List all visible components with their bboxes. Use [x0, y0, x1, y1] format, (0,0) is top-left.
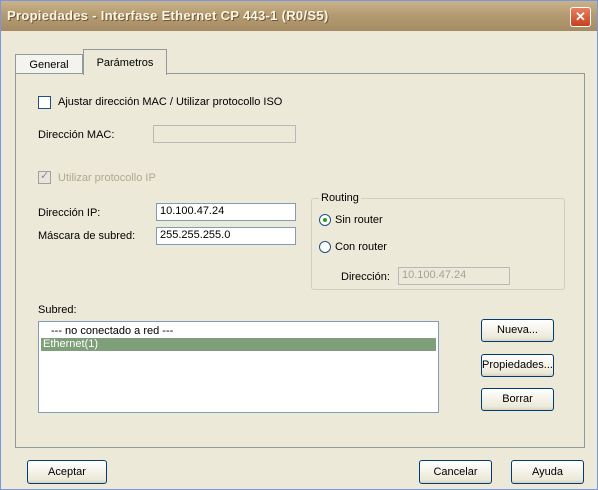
mac-address-field[interactable]	[153, 125, 296, 143]
list-item-label: Ethernet(1)	[43, 338, 99, 350]
routing-group-title: Routing	[319, 192, 361, 204]
subnet-properties-label: Propiedades...	[482, 359, 553, 371]
tab-general[interactable]: General	[15, 54, 83, 74]
subnet-mask-field[interactable]: 255.255.255.0	[156, 227, 296, 245]
cancel-button[interactable]: Cancelar	[419, 460, 492, 484]
subnet-list[interactable]: --- no conectado a red --- Ethernet(1)	[38, 321, 439, 413]
delete-subnet-button[interactable]: Borrar	[481, 388, 554, 411]
ok-label: Aceptar	[48, 466, 86, 478]
cancel-label: Cancelar	[433, 466, 478, 478]
with-router-radio[interactable]	[319, 241, 331, 253]
ip-protocol-checkbox[interactable]	[38, 169, 51, 184]
subnet-properties-button[interactable]: Propiedades...	[481, 354, 554, 377]
no-router-radio[interactable]	[319, 214, 331, 226]
help-button[interactable]: Ayuda	[511, 460, 584, 484]
mac-option-checkbox[interactable]	[38, 96, 51, 109]
router-address-label: Dirección:	[341, 271, 390, 283]
close-icon: ✕	[575, 9, 586, 24]
title-bar[interactable]: Propiedades - Interfase Ethernet CP 443-…	[1, 1, 597, 31]
delete-subnet-label: Borrar	[502, 393, 533, 405]
ip-address-label: Dirección IP:	[38, 207, 101, 219]
with-router-label[interactable]: Con router	[335, 241, 387, 253]
router-address-field[interactable]: 10.100.47.24	[398, 267, 510, 285]
subnet-mask-label: Máscara de subred:	[38, 230, 136, 242]
window-title: Propiedades - Interfase Ethernet CP 443-…	[7, 8, 329, 23]
new-subnet-button[interactable]: Nueva...	[481, 319, 554, 342]
list-item-label: --- no conectado a red ---	[51, 325, 174, 337]
new-subnet-label: Nueva...	[497, 324, 538, 336]
ip-protocol-label: Utilizar protocollo IP	[58, 172, 156, 184]
help-label: Ayuda	[532, 466, 563, 478]
list-item-selected[interactable]: Ethernet(1)	[41, 338, 436, 351]
no-router-label[interactable]: Sin router	[335, 214, 383, 226]
tab-parameters-label: Parámetros	[96, 57, 154, 69]
subnet-label: Subred:	[38, 304, 77, 316]
mac-option-label[interactable]: Ajustar dirección MAC / Utilizar protoco…	[58, 96, 282, 108]
properties-dialog: Propiedades - Interfase Ethernet CP 443-…	[0, 0, 598, 490]
tab-general-label: General	[29, 59, 69, 71]
mac-address-label: Dirección MAC:	[38, 129, 115, 141]
ok-button[interactable]: Aceptar	[27, 460, 107, 484]
tab-parameters[interactable]: Parámetros	[83, 49, 167, 75]
ip-address-field[interactable]: 10.100.47.24	[156, 203, 296, 221]
list-item[interactable]: --- no conectado a red ---	[41, 325, 436, 338]
close-button[interactable]: ✕	[570, 7, 591, 27]
